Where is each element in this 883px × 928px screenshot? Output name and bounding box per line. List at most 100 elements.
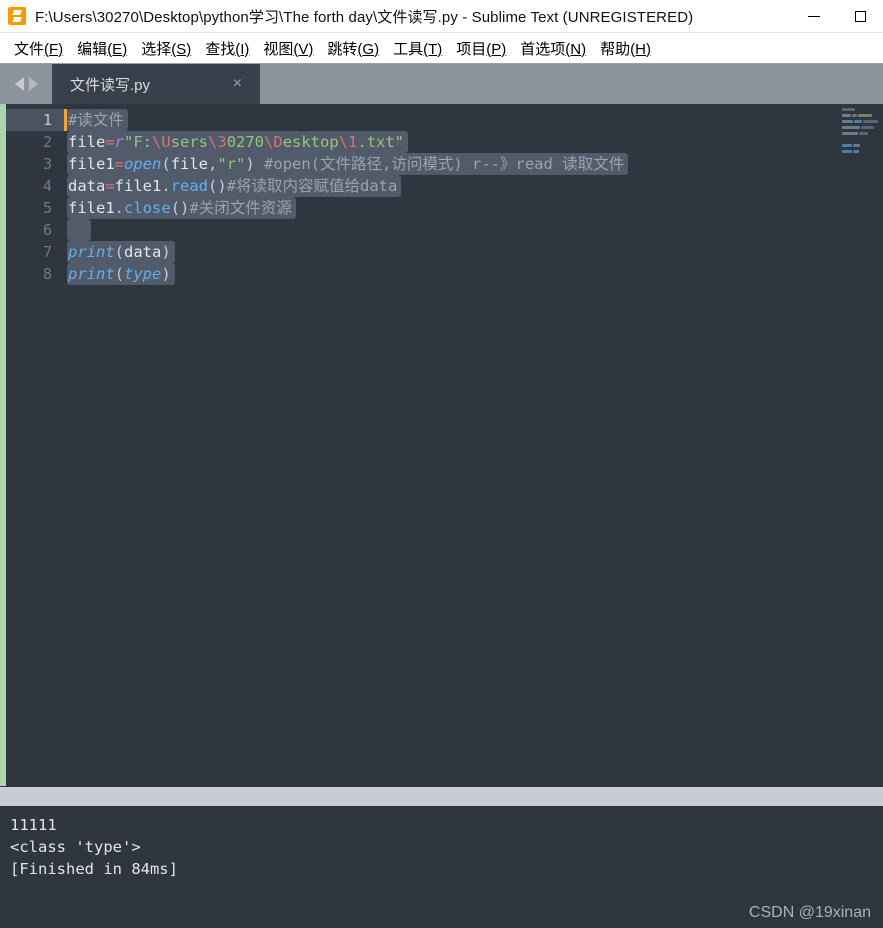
menu-item-label: 帮助 [600,40,631,58]
code-line-8[interactable]: print(type) [64,263,883,285]
selection-highlight: file1=open(file,"r") #open(文件路径,访问模式) r-… [67,153,629,175]
menu-item-accelerator: (G) [357,40,380,58]
selection-highlight: file1.close()#关闭文件资源 [67,197,296,219]
code-line-6[interactable] [64,219,883,241]
code-token: esktop [282,133,339,151]
menu-item-5[interactable]: 跳转(G) [320,36,386,61]
code-token: ) [245,155,255,173]
menu-item-accelerator: (S) [171,40,192,58]
menu-item-label: 项目 [456,40,487,58]
code-token: print [68,265,115,283]
line-number-gutter: 1 2 3 4 5 6 7 8 [6,104,64,786]
code-token: "r" [217,155,246,173]
minimap-segment [859,132,868,135]
line-number-6: 6 [42,221,52,239]
code-token: print [68,243,115,261]
menu-item-9[interactable]: 帮助(H) [593,36,658,61]
minimap-row-7 [840,143,883,148]
code-token: () [208,177,227,195]
menu-item-label: 工具 [393,40,424,58]
watermark: CSDN @19xinan [748,904,871,921]
maximize-icon [854,10,866,22]
minimap-segment [861,126,874,129]
line-number-5: 5 [42,199,52,217]
line-number-1: 1 [6,109,64,131]
selection-highlight: data=file1.read()#将读取内容赋值给data [67,175,402,197]
line-number-7: 7 [42,243,52,261]
code-token: #open(文件路径,访问模式) r--》read 读取文件 [264,155,625,173]
tab-file-read-write[interactable]: 文件读写.py × [52,64,260,104]
selection-highlight: print(type) [67,263,175,285]
code-token: data [124,243,162,261]
panel-separator[interactable] [0,786,883,806]
code-token: close [124,199,171,217]
selection-highlight [67,219,91,241]
code-line-7[interactable]: print(data) [64,241,883,263]
line-number-3: 3 [42,155,52,173]
menu-item-accelerator: (P) [486,40,507,58]
code-token: read [170,177,209,195]
menu-item-7[interactable]: 项目(P) [449,36,513,61]
code-area[interactable]: #读文件 file=r"F:\Users\30270\Desktop\1.txt"… [64,104,883,786]
menu-item-3[interactable]: 查找(I) [198,36,256,61]
code-line-2[interactable]: file=r"F:\Users\30270\Desktop\1.txt" [64,131,883,153]
code-token: r [114,133,125,151]
minimap-segment [842,132,858,135]
code-token: file [68,133,106,151]
tab-label: 文件读写.py [70,76,151,94]
menu-item-6[interactable]: 工具(T) [386,36,449,61]
title-bar: F:\Users\30270\Desktop\python学习\The fort… [0,0,883,33]
code-token: \1 [338,133,358,151]
code-token: type [124,265,162,283]
minimap-segment [842,144,852,147]
code-token: file1 [68,155,115,173]
menu-item-8[interactable]: 首选项(N) [513,36,593,61]
code-line-1[interactable]: #读文件 [64,109,883,131]
code-token: file1 [114,177,162,195]
code-line-3[interactable]: file1=open(file,"r") #open(文件路径,访问模式) r-… [64,153,883,175]
build-output-panel[interactable]: 11111 <class 'type'> [Finished in 84ms] CS… [0,806,883,928]
close-icon[interactable]: × [221,76,260,92]
menu-bar: 文件(F) 编辑(E) 选择(S) 查找(I) 视图(V) 跳转(G) 工具(T) 项目(P)… [0,33,883,64]
code-line-4[interactable]: data=file1.read()#将读取内容赋值给data [64,175,883,197]
menu-item-0[interactable]: 文件(F) [7,36,70,61]
line-number-2: 2 [42,133,52,151]
editor-pane[interactable]: 12345678 #读文件 file=r"F:\Users\30270\Deskt… [0,104,883,786]
minimap[interactable] [840,104,883,786]
code-token: = [105,177,115,195]
maximize-button[interactable] [837,0,883,32]
arrow-left-icon[interactable] [14,77,24,91]
menu-item-label: 编辑 [77,40,108,58]
code-token: file1 [68,199,115,217]
code-token: . [114,199,125,217]
code-token: , [208,155,218,173]
code-token: sers [170,133,209,151]
menu-item-accelerator: (F) [44,40,64,58]
code-token: \3 [208,133,227,151]
code-token: ( [114,243,125,261]
code-token: open [124,155,162,173]
minimap-segment [852,114,857,117]
minimap-segment [842,114,851,117]
menu-item-2[interactable]: 选择(S) [134,36,198,61]
minimap-segment [853,150,859,153]
minimap-segment [842,126,860,129]
menu-item-1[interactable]: 编辑(E) [70,36,134,61]
arrow-right-icon[interactable] [28,77,38,91]
tab-navigation[interactable] [0,64,52,104]
line-number-8: 8 [42,265,52,283]
menu-item-accelerator: (N) [565,40,587,58]
tab-bar: 文件读写.py × [0,64,883,104]
menu-item-4[interactable]: 视图(V) [256,36,320,61]
code-token: ) [161,265,171,283]
minimize-button[interactable] [791,0,837,32]
minimap-segment [853,144,860,147]
minimap-row-8 [840,149,883,154]
code-token: = [105,133,115,151]
code-token: \U [152,133,171,151]
code-line-5[interactable]: file1.close()#关闭文件资源 [64,197,883,219]
minimap-segment [842,108,855,111]
selection-highlight: print(data) [67,241,175,263]
code-token: data [68,177,106,195]
